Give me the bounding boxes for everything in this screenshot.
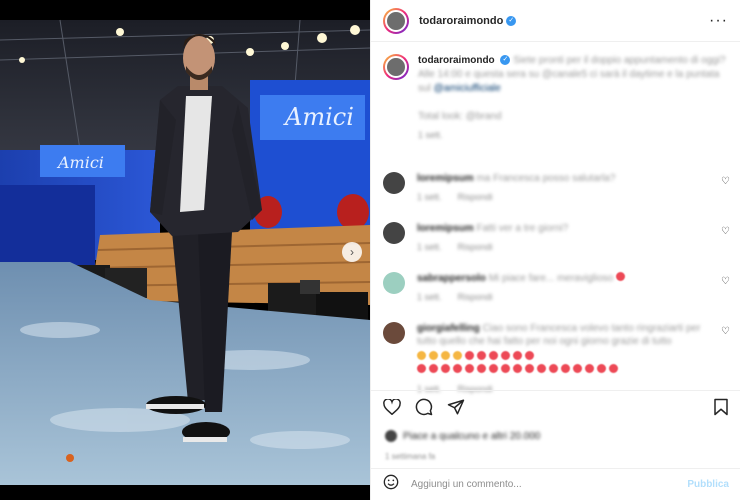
heart-emoji-icon — [513, 364, 522, 373]
comment-avatar[interactable] — [383, 322, 405, 344]
post-photo[interactable]: Amici Amici › — [0, 0, 370, 500]
comment-item: sabrappersolo Mi piace fare... meravigli… — [383, 272, 733, 304]
caption-timestamp: 1 sett. — [418, 130, 443, 140]
carousel-next-button[interactable]: › — [342, 242, 362, 262]
likes-text: Piace a qualcuno e altri 20.000 — [403, 430, 541, 442]
heart-emoji-icon — [609, 364, 618, 373]
heart-emoji-icon — [489, 351, 498, 360]
like-comment-heart-icon[interactable]: ♡ — [721, 276, 730, 287]
more-options-icon[interactable]: ··· — [709, 12, 728, 30]
heart-emoji-icon — [501, 364, 510, 373]
post-image: Amici Amici — [0, 19, 370, 485]
heart-emoji-icon — [501, 351, 510, 360]
publish-button[interactable]: Pubblica — [687, 479, 729, 490]
verified-badge-icon: ✓ — [500, 55, 511, 66]
comment-text: ma Francesca posso salutarla? — [476, 173, 616, 184]
like-comment-heart-icon[interactable]: ♡ — [721, 176, 730, 187]
chevron-right-icon: › — [350, 245, 354, 259]
heart-emoji-icon — [561, 364, 570, 373]
svg-text:Amici: Amici — [283, 103, 354, 131]
heart-emoji-icon — [537, 364, 546, 373]
heart-emoji-icon — [453, 364, 462, 373]
heart-emoji-icon — [441, 364, 450, 373]
heart-emoji-icon — [489, 364, 498, 373]
heart-emoji-icon — [465, 351, 474, 360]
liker-avatar — [385, 430, 397, 442]
heart-emoji-icon — [597, 364, 606, 373]
comment-time: 1 sett. — [417, 292, 442, 302]
heart-emoji-icon — [549, 364, 558, 373]
emoji-row — [417, 351, 717, 377]
heart-emoji-icon — [525, 351, 534, 360]
post-action-bar — [371, 390, 740, 428]
comment-time: 1 sett. — [417, 242, 442, 252]
comment-avatar[interactable] — [383, 272, 405, 294]
save-bookmark-icon[interactable] — [713, 398, 729, 421]
comment-avatar[interactable] — [383, 222, 405, 244]
author-username[interactable]: todaroraimondo — [419, 15, 503, 27]
comment-item: loremipsum Fatti ver a tre giorni? 1 set… — [383, 222, 733, 254]
post-side-panel: todaroraimondo ✓ ··· todaroraimondo ✓ Si… — [370, 0, 740, 500]
comment-username[interactable]: loremipsum — [417, 223, 474, 234]
heart-emoji-icon — [573, 364, 582, 373]
post-date: 1 settimana fa — [385, 452, 436, 461]
svg-text:Amici: Amici — [56, 153, 104, 172]
comment-time: 1 sett. — [417, 192, 442, 202]
caption-mention[interactable]: @amiciufficiale — [434, 83, 501, 94]
comment-username[interactable]: giorgiafelling — [417, 323, 480, 334]
comment-bubble-icon[interactable] — [415, 398, 433, 421]
comment-text: Mi piace fare... meraviglioso — [488, 273, 614, 284]
heart-emoji-icon — [513, 351, 522, 360]
heart-emoji-icon — [465, 364, 474, 373]
face-emoji-icon — [429, 351, 438, 360]
face-emoji-icon — [453, 351, 462, 360]
caption-username[interactable]: todaroraimondo — [418, 55, 495, 66]
heart-emoji-icon — [585, 364, 594, 373]
verified-badge-icon: ✓ — [506, 15, 517, 26]
comment-avatar[interactable] — [383, 172, 405, 194]
reply-button[interactable]: Rispondi — [458, 242, 493, 252]
face-emoji-icon — [441, 351, 450, 360]
heart-emoji-icon — [477, 364, 486, 373]
heart-emoji-icon — [525, 364, 534, 373]
heart-emoji-icon — [615, 272, 625, 281]
post-header: todaroraimondo ✓ ··· — [371, 0, 740, 42]
heart-emoji-icon — [477, 351, 486, 360]
comment-input[interactable] — [411, 479, 671, 490]
caption-line-4: Total look: @brand — [418, 111, 502, 122]
heart-emoji-icon — [429, 364, 438, 373]
comment-username[interactable]: sabrappersolo — [417, 273, 486, 284]
comment-composer: Pubblica — [371, 468, 740, 500]
author-avatar[interactable] — [383, 7, 409, 34]
like-comment-heart-icon[interactable]: ♡ — [721, 226, 730, 237]
like-comment-heart-icon[interactable]: ♡ — [721, 326, 730, 337]
likes-summary[interactable]: Piace a qualcuno e altri 20.000 — [385, 430, 540, 442]
caption-avatar[interactable] — [383, 54, 409, 80]
comment-item: giorgiafelling Ciao sono Francesca volev… — [383, 322, 733, 396]
comment-item: loremipsum ma Francesca posso salutarla?… — [383, 172, 733, 204]
face-emoji-icon — [417, 351, 426, 360]
heart-emoji-icon — [417, 364, 426, 373]
share-send-icon[interactable] — [447, 398, 465, 421]
comment-username[interactable]: loremipsum — [417, 173, 474, 184]
like-heart-icon[interactable] — [383, 398, 401, 420]
comment-text: Fatti ver a tre giorni? — [476, 223, 569, 234]
post-caption: todaroraimondo ✓ Siete pronti per il dop… — [383, 54, 728, 140]
reply-button[interactable]: Rispondi — [458, 292, 493, 302]
reply-button[interactable]: Rispondi — [458, 192, 493, 202]
caption-line-1: Siete pronti per il doppio appuntamento … — [513, 55, 726, 66]
emoji-smiley-icon[interactable] — [383, 474, 399, 495]
